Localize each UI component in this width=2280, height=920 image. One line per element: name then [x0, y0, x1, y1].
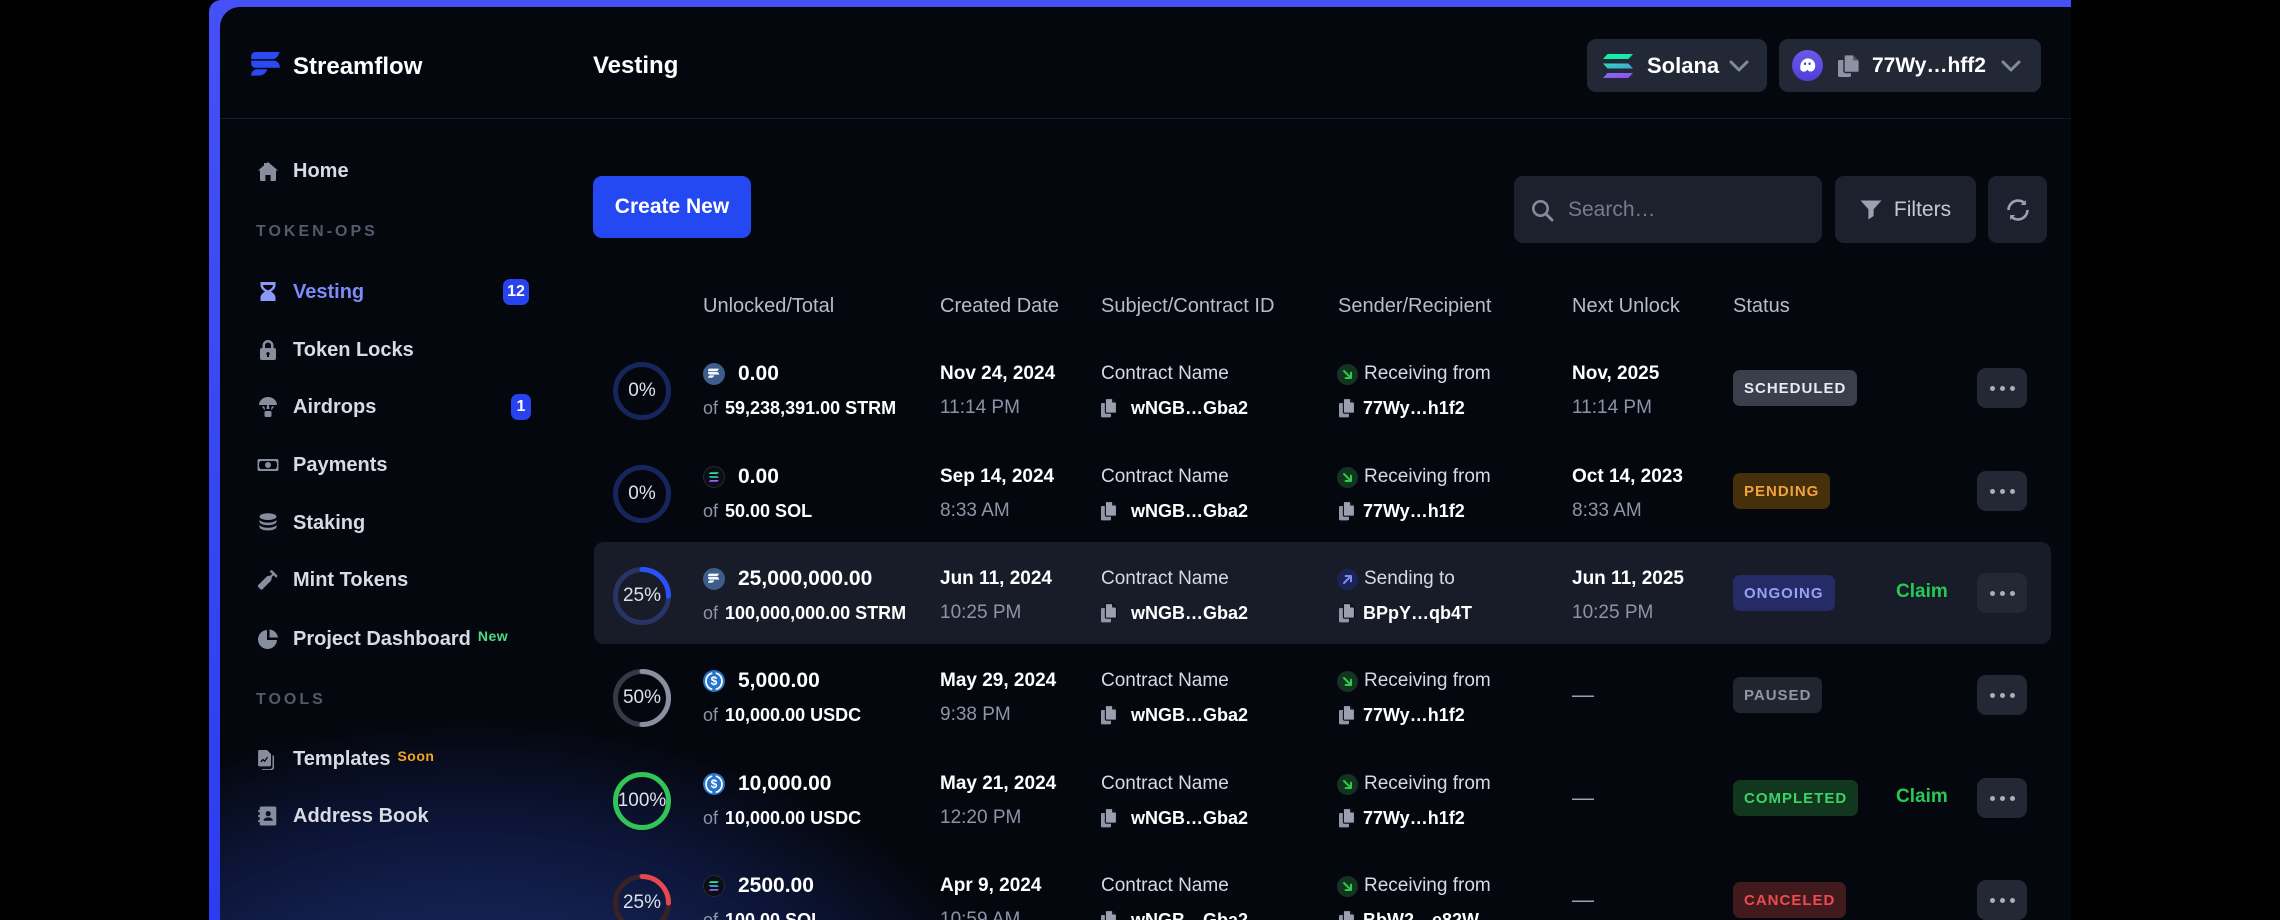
svg-text:$: $ [711, 674, 718, 688]
svg-text:$: $ [711, 777, 718, 791]
